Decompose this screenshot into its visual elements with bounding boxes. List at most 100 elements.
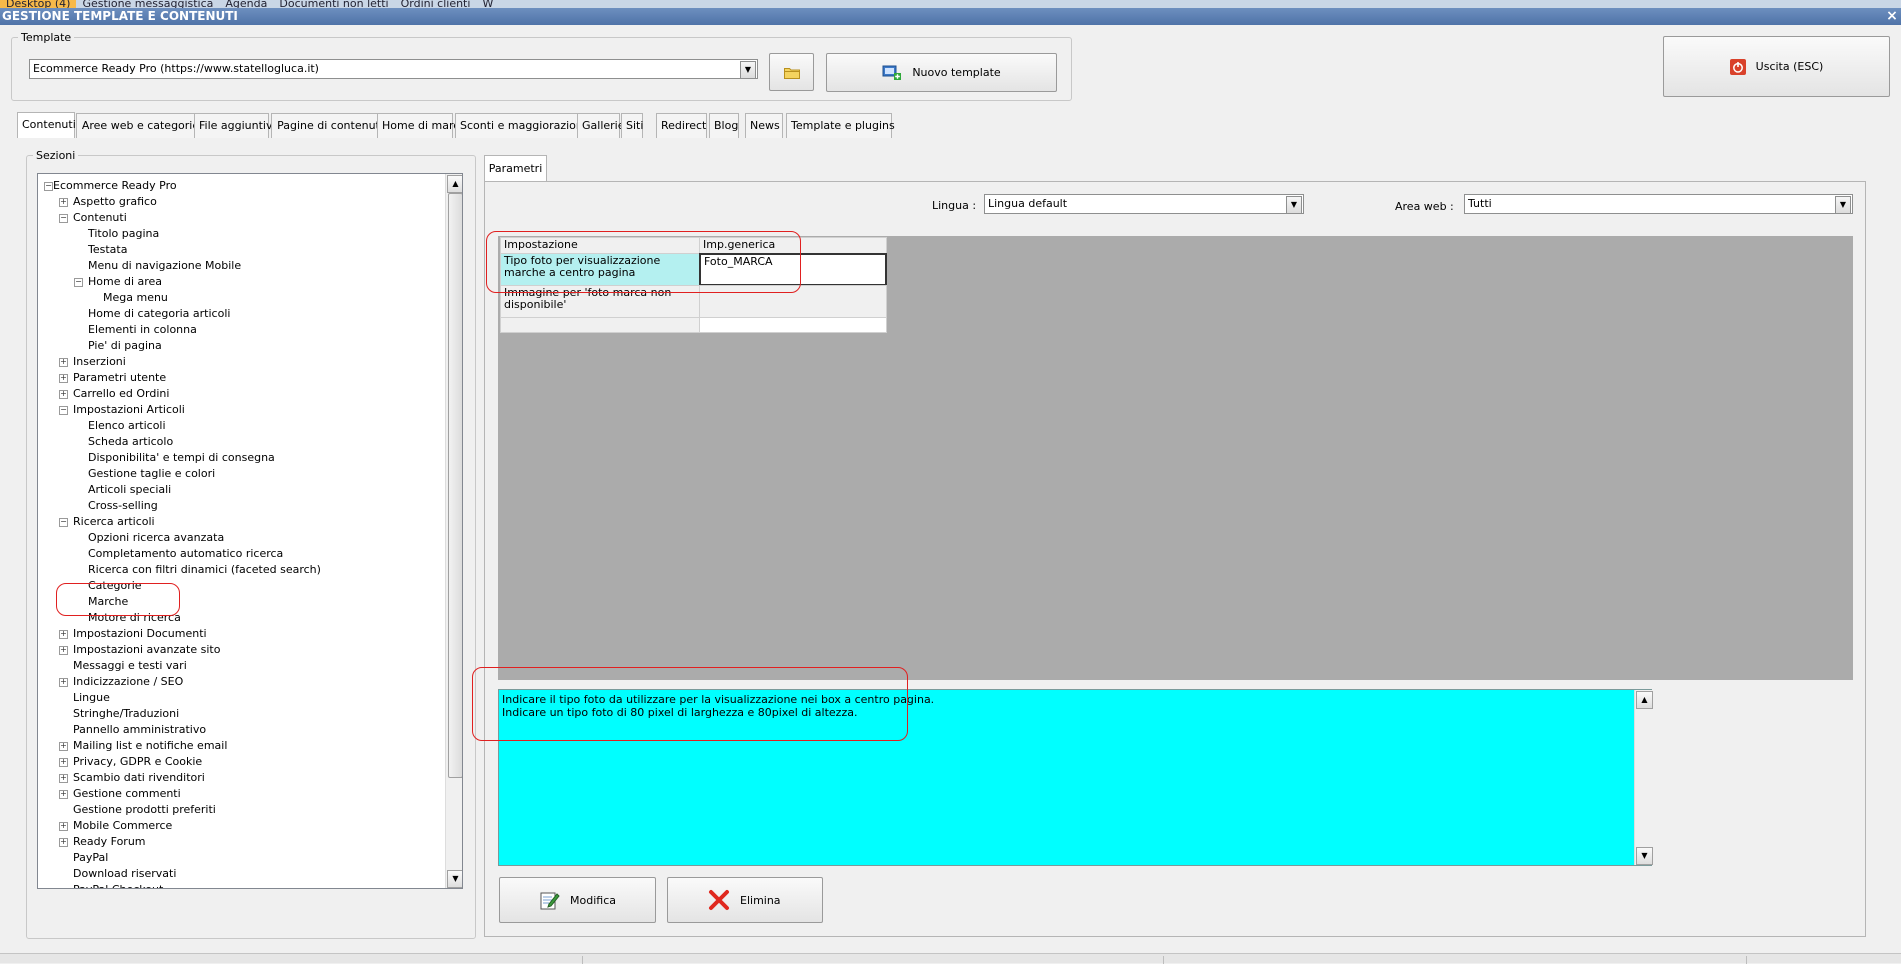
tree-item[interactable]: Completamento automatico ricerca — [38, 546, 443, 562]
expand-icon[interactable]: + — [59, 774, 68, 783]
tree-item[interactable]: Opzioni ricerca avanzata — [38, 530, 443, 546]
tab-file-aggiuntivi[interactable]: File aggiuntivi — [194, 113, 276, 138]
grid-cell-value[interactable] — [699, 285, 887, 318]
tab-news[interactable]: News — [745, 113, 783, 138]
scroll-thumb[interactable] — [448, 193, 462, 778]
tab-contenuti[interactable]: Contenuti — [17, 112, 76, 138]
exit-button[interactable]: Uscita (ESC) — [1663, 36, 1890, 97]
tree-item[interactable]: − Impostazioni Articoli — [38, 402, 443, 418]
tree-item[interactable]: Motore di ricerca — [38, 610, 443, 626]
expand-icon[interactable]: + — [59, 742, 68, 751]
tree-item[interactable]: + Aspetto grafico — [38, 194, 443, 210]
expand-icon[interactable]: + — [59, 678, 68, 687]
expand-icon[interactable]: + — [59, 790, 68, 799]
grid-cell-setting[interactable]: Immagine per 'foto marca non disponibile… — [500, 285, 700, 318]
tree-item[interactable]: + Privacy, GDPR e Cookie — [38, 754, 443, 770]
tree-item[interactable]: Elementi in colonna — [38, 322, 443, 338]
expand-icon[interactable]: + — [59, 390, 68, 399]
tree-item[interactable]: + Scambio dati rivenditori — [38, 770, 443, 786]
close-window-button[interactable]: × — [1885, 8, 1899, 25]
tree-item[interactable]: Marche — [38, 594, 443, 610]
tab-blog[interactable]: Blog — [709, 113, 739, 138]
tree-item[interactable]: Categorie — [38, 578, 443, 594]
taskbar-item[interactable]: Documenti non letti — [273, 0, 394, 8]
tab-aree-web[interactable]: Aree web e categorie — [76, 113, 205, 138]
tab-parametri[interactable]: Parametri — [484, 155, 547, 182]
tree-item[interactable]: + Ready Forum — [38, 834, 443, 850]
tab-home-marca[interactable]: Home di marca — [377, 113, 466, 138]
tab-gallerie[interactable]: Gallerie — [577, 113, 625, 138]
tree-item[interactable]: + Carrello ed Ordini — [38, 386, 443, 402]
tab-redirect[interactable]: Redirect — [656, 113, 707, 138]
tree-item[interactable]: + Inserzioni — [38, 354, 443, 370]
tree-item[interactable]: Ricerca con filtri dinamici (faceted sea… — [38, 562, 443, 578]
scroll-up-icon[interactable]: ▲ — [447, 175, 462, 193]
scroll-down-icon[interactable]: ▼ — [1636, 847, 1653, 865]
lingua-select[interactable]: Lingua default ▼ — [984, 194, 1304, 214]
expand-icon[interactable]: + — [59, 358, 68, 367]
collapse-icon[interactable]: − — [59, 406, 68, 415]
description-box[interactable]: Indicare il tipo foto da utilizzare per … — [498, 689, 1653, 866]
tab-siti[interactable]: Siti — [621, 113, 643, 138]
tree-item[interactable]: Titolo pagina — [38, 226, 443, 242]
template-select[interactable]: Ecommerce Ready Pro (https://www.statell… — [29, 59, 758, 79]
open-folder-button[interactable] — [769, 53, 814, 91]
grid-new-row[interactable] — [500, 317, 700, 333]
tree-item[interactable]: + Impostazioni Documenti — [38, 626, 443, 642]
description-scrollbar[interactable]: ▲ ▼ — [1634, 690, 1653, 865]
taskbar-item[interactable]: Gestione messaggistica — [76, 0, 219, 8]
expand-icon[interactable]: + — [59, 822, 68, 831]
sections-tree[interactable]: − Ecommerce Ready Pro + Aspetto grafico − Con… — [37, 173, 463, 889]
taskbar-item[interactable]: Agenda — [219, 0, 273, 8]
grid-new-row-value[interactable] — [699, 317, 887, 333]
tree-item[interactable]: − Ricerca articoli — [38, 514, 443, 530]
grid-cell-setting[interactable]: Tipo foto per visualizzazione marche a c… — [500, 253, 700, 286]
tree-item[interactable]: − Ecommerce Ready Pro — [38, 178, 443, 194]
tree-item[interactable]: Pie' di pagina — [38, 338, 443, 354]
tree-item[interactable]: + Gestione commenti — [38, 786, 443, 802]
tab-pagine-contenuti[interactable]: Pagine di contenuti — [271, 113, 389, 138]
taskbar-item[interactable]: Desktop (4) — [0, 0, 77, 8]
chevron-down-icon[interactable]: ▼ — [740, 61, 756, 78]
tree-item[interactable]: Download riservati — [38, 866, 443, 882]
tree-item[interactable]: + Parametri utente — [38, 370, 443, 386]
tree-item[interactable]: Disponibilita' e tempi di consegna — [38, 450, 443, 466]
delete-button[interactable]: Elimina — [667, 877, 823, 923]
tree-item[interactable]: Gestione prodotti preferiti — [38, 802, 443, 818]
grid-cell-value[interactable]: Foto_MARCA — [699, 253, 887, 286]
chevron-down-icon[interactable]: ▼ — [1286, 196, 1302, 213]
tree-item[interactable]: Cross-selling — [38, 498, 443, 514]
taskbar-item[interactable]: W — [476, 0, 499, 8]
expand-icon[interactable]: + — [59, 646, 68, 655]
collapse-icon[interactable]: − — [59, 518, 68, 527]
tree-item[interactable]: Pannello amministrativo — [38, 722, 443, 738]
tree-item[interactable]: Scheda articolo — [38, 434, 443, 450]
tree-item[interactable]: + Mobile Commerce — [38, 818, 443, 834]
tree-item[interactable]: Lingue — [38, 690, 443, 706]
expand-icon[interactable]: + — [59, 198, 68, 207]
new-template-button[interactable]: Nuovo template — [826, 53, 1057, 92]
expand-icon[interactable]: + — [59, 374, 68, 383]
expand-icon[interactable]: + — [59, 758, 68, 767]
scroll-down-icon[interactable]: ▼ — [447, 870, 462, 888]
area-web-select[interactable]: Tutti ▼ — [1464, 194, 1853, 214]
tree-item[interactable]: PayPal — [38, 850, 443, 866]
collapse-icon[interactable]: − — [74, 278, 83, 287]
collapse-icon[interactable]: − — [44, 182, 53, 191]
tree-item[interactable]: Mega menu — [38, 290, 443, 306]
tree-scrollbar[interactable]: ▲ ▼ — [445, 174, 462, 888]
collapse-icon[interactable]: − — [59, 214, 68, 223]
tree-item[interactable]: Home di categoria articoli — [38, 306, 443, 322]
tree-item[interactable]: Elenco articoli — [38, 418, 443, 434]
expand-icon[interactable]: + — [59, 630, 68, 639]
chevron-down-icon[interactable]: ▼ — [1835, 196, 1851, 213]
tree-item[interactable]: Stringhe/Traduzioni — [38, 706, 443, 722]
modify-button[interactable]: Modifica — [499, 877, 656, 923]
tree-item[interactable]: PayPal Checkout — [38, 882, 443, 888]
scroll-up-icon[interactable]: ▲ — [1636, 691, 1653, 709]
tree-item[interactable]: − Home di area — [38, 274, 443, 290]
tree-item[interactable]: Messaggi e testi vari — [38, 658, 443, 674]
tree-item[interactable]: Menu di navigazione Mobile — [38, 258, 443, 274]
tab-sconti[interactable]: Sconti e maggiorazioni — [455, 113, 588, 138]
expand-icon[interactable]: + — [59, 838, 68, 847]
